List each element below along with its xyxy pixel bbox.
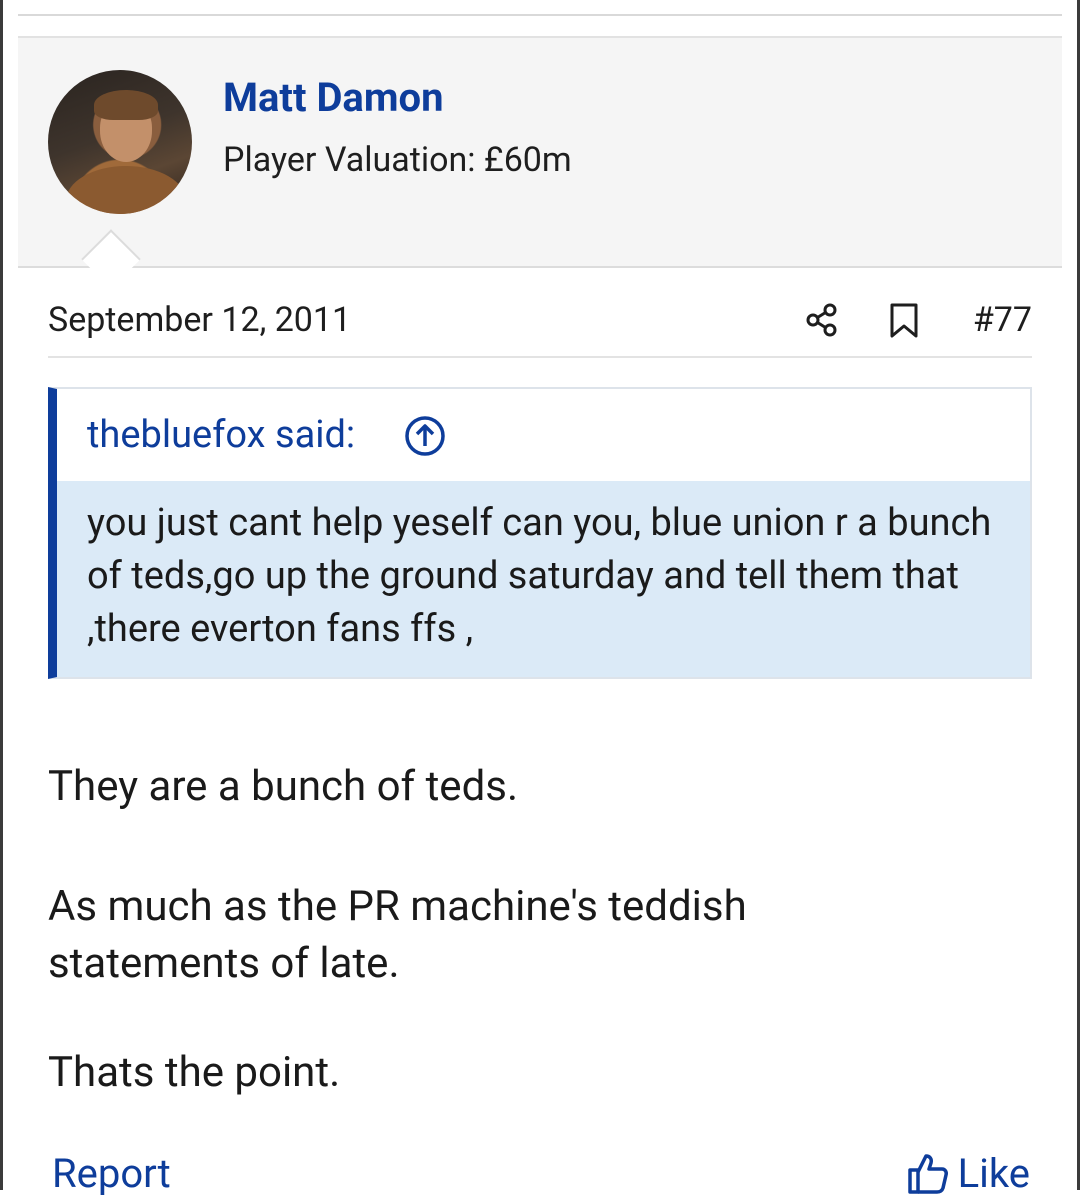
- quote-text: you just cant help yeself can you, blue …: [57, 481, 1030, 677]
- message-paragraph: Thats the point.: [48, 1048, 341, 1097]
- frame-left-border: [0, 0, 3, 1190]
- post-number-link[interactable]: #77: [973, 300, 1032, 340]
- avatar[interactable]: [48, 70, 192, 214]
- quote-header: thebluefox said:: [57, 389, 1030, 481]
- user-title: Player Valuation: £60m: [223, 140, 572, 180]
- post-date[interactable]: September 12, 2011: [48, 300, 351, 340]
- post-meta-row: September 12, 2011 #77: [48, 300, 1032, 358]
- bookmark-icon[interactable]: [886, 302, 922, 340]
- quote-attribution[interactable]: thebluefox said:: [87, 413, 355, 457]
- quote-block: thebluefox said: you just cant help yese…: [48, 387, 1032, 679]
- header-pointer: [81, 229, 141, 289]
- top-divider: [18, 14, 1062, 16]
- user-header: Matt Damon Player Valuation: £60m: [18, 36, 1062, 289]
- message-paragraph: They are a bunch of teds.: [48, 762, 519, 811]
- avatar-coat: [66, 166, 186, 214]
- avatar-hair: [94, 90, 158, 120]
- arrow-up-circle-icon[interactable]: [404, 415, 446, 457]
- share-icon[interactable]: [804, 302, 840, 338]
- message-paragraph: As much as the PR machine's teddish stat…: [48, 882, 747, 988]
- thumbs-up-icon: [907, 1154, 948, 1194]
- username-link[interactable]: Matt Damon: [223, 74, 444, 121]
